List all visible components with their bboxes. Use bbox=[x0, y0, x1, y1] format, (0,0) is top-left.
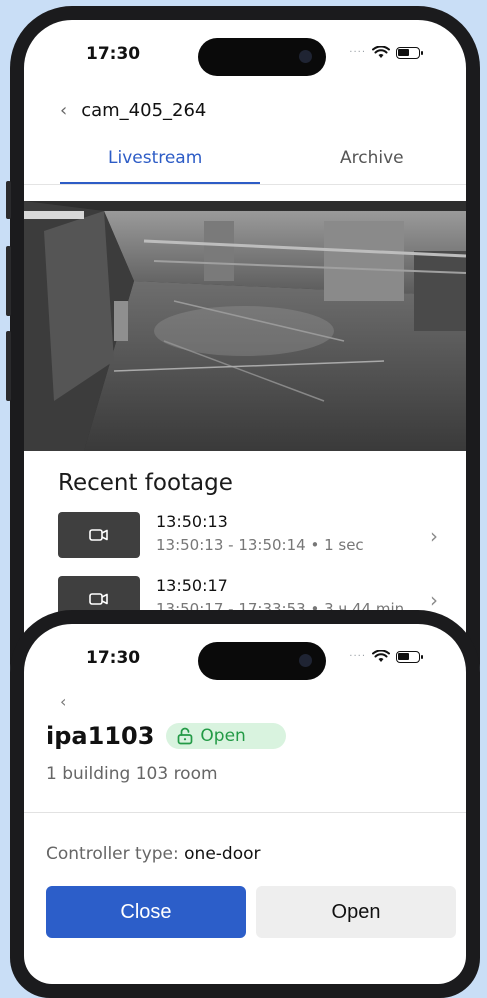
dynamic-island bbox=[198, 642, 326, 680]
door-location: 1 building 103 room bbox=[46, 764, 218, 784]
status-badge-label: Open bbox=[200, 726, 246, 746]
status-icons: ···· bbox=[349, 46, 423, 59]
controller-type-label: Controller type: bbox=[46, 844, 179, 864]
status-bar: 17:30 ···· bbox=[24, 624, 466, 686]
signal-dots-icon: ···· bbox=[349, 47, 366, 58]
controller-type-value: one-door bbox=[184, 844, 261, 864]
camera-lens bbox=[299, 654, 312, 667]
footage-time: 13:50:13 bbox=[156, 512, 228, 531]
wifi-icon bbox=[372, 46, 390, 59]
unlock-icon bbox=[178, 727, 193, 745]
volume-up-button bbox=[6, 246, 11, 316]
door-screen: 17:30 ···· ‹ ipa1103 Open 1 building 103… bbox=[24, 624, 466, 984]
wifi-icon bbox=[372, 650, 390, 663]
status-time: 17:30 bbox=[86, 44, 141, 64]
phone-door-controller: 17:30 ···· ‹ ipa1103 Open 1 building 103… bbox=[10, 610, 480, 998]
tab-bar: Livestream Archive bbox=[24, 148, 466, 188]
chevron-right-icon: › bbox=[430, 524, 438, 548]
open-door-button[interactable]: Open bbox=[256, 886, 456, 938]
section-divider bbox=[24, 812, 466, 813]
back-chevron-icon[interactable]: ‹ bbox=[60, 100, 67, 121]
parking-garage-image bbox=[24, 201, 466, 451]
footage-time: 13:50:17 bbox=[156, 576, 228, 595]
dynamic-island bbox=[198, 38, 326, 76]
mute-switch bbox=[6, 181, 11, 219]
camera-header: ‹ cam_405_264 bbox=[60, 100, 206, 121]
status-bar: 17:30 ···· bbox=[24, 20, 466, 82]
footage-range: 13:50:13 - 13:50:14 • 1 sec bbox=[156, 536, 364, 554]
video-camera-icon bbox=[89, 593, 108, 605]
close-door-button[interactable]: Close bbox=[46, 886, 246, 938]
footage-thumbnail bbox=[58, 512, 140, 558]
camera-lens bbox=[299, 50, 312, 63]
camera-title: cam_405_264 bbox=[81, 100, 207, 121]
tab-archive[interactable]: Archive bbox=[340, 148, 404, 168]
recent-footage-heading: Recent footage bbox=[58, 470, 233, 496]
controller-type: Controller type: one-door bbox=[46, 844, 261, 864]
live-video-feed[interactable] bbox=[24, 201, 466, 451]
tab-divider bbox=[24, 184, 466, 185]
door-name: ipa1103 bbox=[46, 722, 155, 750]
video-camera-icon bbox=[89, 529, 108, 541]
battery-icon bbox=[396, 650, 423, 663]
footage-item[interactable]: 13:50:13 13:50:13 - 13:50:14 • 1 sec › bbox=[58, 512, 438, 560]
volume-down-button bbox=[6, 331, 11, 401]
tab-livestream[interactable]: Livestream bbox=[108, 148, 202, 168]
battery-icon bbox=[396, 46, 423, 59]
status-badge: Open bbox=[166, 723, 286, 749]
signal-dots-icon: ···· bbox=[349, 651, 366, 662]
door-header: ipa1103 Open bbox=[46, 722, 286, 750]
back-chevron-icon[interactable]: ‹ bbox=[60, 692, 66, 711]
status-icons: ···· bbox=[349, 650, 423, 663]
chevron-right-icon: › bbox=[430, 588, 438, 612]
active-tab-indicator bbox=[60, 182, 260, 184]
status-time: 17:30 bbox=[86, 648, 141, 668]
